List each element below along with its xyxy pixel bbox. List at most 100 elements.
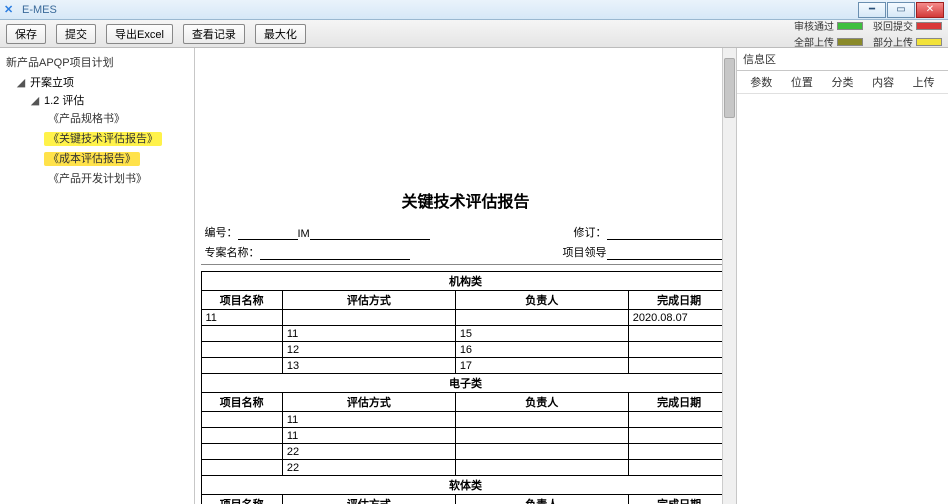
meta-row-1: 编号：IM 修订： <box>201 224 731 240</box>
save-button[interactable]: 保存 <box>6 24 46 44</box>
vertical-scrollbar[interactable] <box>722 48 736 504</box>
info-col-content: 内容 <box>863 74 904 90</box>
project-leader-label: 项目领导 <box>563 244 607 260</box>
swatch-green <box>837 22 863 30</box>
submit-button[interactable]: 提交 <box>56 24 96 44</box>
cell[interactable] <box>628 460 730 476</box>
tree-leaf-key-tech-report[interactable]: 《关键技术评估报告》 <box>44 128 192 148</box>
close-button[interactable]: ✕ <box>916 2 944 18</box>
tree-node-evaluate[interactable]: ◢1.2 评估 《产品规格书》 《关键技术评估报告》 《成本评估报告》 《产品开… <box>30 90 192 190</box>
project-leader-blank[interactable] <box>607 247 727 260</box>
legend-rejected-label: 驳回提交 <box>873 18 913 33</box>
cell[interactable] <box>455 412 628 428</box>
scroll-thumb[interactable] <box>724 58 735 118</box>
col-header: 负责人 <box>455 393 628 412</box>
expand-icon[interactable]: ◢ <box>16 76 26 89</box>
window-controls: ━ ▭ ✕ <box>858 2 944 18</box>
info-col-pos: 位置 <box>782 74 823 90</box>
cell[interactable] <box>201 342 282 358</box>
document-viewer: 关键技术评估报告 编号：IM 修订： 专案名称： 项目领导 机构类项目名称评估方… <box>195 48 736 504</box>
maximize-view-button[interactable]: 最大化 <box>255 24 306 44</box>
meta-row-2: 专案名称： 项目领导 <box>201 244 731 260</box>
col-header: 完成日期 <box>628 393 730 412</box>
cell[interactable]: 12 <box>282 342 455 358</box>
cell[interactable] <box>628 326 730 342</box>
cell[interactable]: 22 <box>282 460 455 476</box>
cell[interactable]: 22 <box>282 444 455 460</box>
cell[interactable] <box>455 310 628 326</box>
table-row[interactable]: 22 <box>201 460 730 476</box>
separator <box>201 264 731 265</box>
cell[interactable] <box>201 428 282 444</box>
cell[interactable] <box>455 444 628 460</box>
info-col-param: 参数 <box>741 74 782 90</box>
tree-leaf-cost-report[interactable]: 《成本评估报告》 <box>44 148 192 168</box>
cell[interactable]: 13 <box>282 358 455 374</box>
info-header: 参数 位置 分类 内容 上传 <box>737 71 948 94</box>
cell[interactable]: 17 <box>455 358 628 374</box>
col-header: 项目名称 <box>201 291 282 310</box>
cell[interactable]: 11 <box>282 326 455 342</box>
info-title: 信息区 <box>737 48 948 71</box>
maximize-button[interactable]: ▭ <box>887 2 915 18</box>
cell[interactable] <box>628 444 730 460</box>
section-header: 电子类 <box>201 374 730 393</box>
project-name-label: 专案名称： <box>205 244 260 260</box>
doc-title: 关键技术评估报告 <box>201 188 731 212</box>
tree: ◢开案立项 ◢1.2 评估 《产品规格书》 《关键技术评估报告》 《成本评估报告… <box>2 72 192 192</box>
col-header: 负责人 <box>455 495 628 504</box>
cell[interactable] <box>455 460 628 476</box>
table-row[interactable]: 11 <box>201 412 730 428</box>
legend-all-uploaded-label: 全部上传 <box>794 34 834 49</box>
legend-approved-label: 审核通过 <box>794 18 834 33</box>
project-name-blank[interactable] <box>260 247 410 260</box>
cell[interactable] <box>628 342 730 358</box>
minimize-button[interactable]: ━ <box>858 2 886 18</box>
swatch-red <box>916 22 942 30</box>
toolbar: 保存 提交 导出Excel 查看记录 最大化 审核通过 驳回提交 全部上传 部分… <box>0 20 948 48</box>
table-row[interactable]: 1216 <box>201 342 730 358</box>
cell[interactable] <box>455 428 628 444</box>
cell[interactable] <box>201 460 282 476</box>
cell[interactable]: 11 <box>282 412 455 428</box>
info-body <box>737 94 948 504</box>
table-row[interactable]: 1115 <box>201 326 730 342</box>
app-icon: ✕ <box>4 3 18 17</box>
col-header: 负责人 <box>455 291 628 310</box>
cell[interactable]: 16 <box>455 342 628 358</box>
bianhao-label: 编号： <box>205 224 238 240</box>
revision-blank[interactable] <box>607 227 727 240</box>
bianhao-blank-1[interactable] <box>238 227 298 240</box>
tree-leaf-dev-plan[interactable]: 《产品开发计划书》 <box>44 168 192 188</box>
cell[interactable] <box>282 310 455 326</box>
tree-leaf-spec[interactable]: 《产品规格书》 <box>44 108 192 128</box>
view-records-button[interactable]: 查看记录 <box>183 24 245 44</box>
expand-icon[interactable]: ◢ <box>30 94 40 107</box>
cell[interactable]: 11 <box>282 428 455 444</box>
table-row[interactable]: 11 <box>201 428 730 444</box>
col-header: 项目名称 <box>201 495 282 504</box>
cell[interactable]: 2020.08.07 <box>628 310 730 326</box>
table-row[interactable]: 1317 <box>201 358 730 374</box>
cell[interactable] <box>201 412 282 428</box>
cell[interactable]: 11 <box>201 310 282 326</box>
info-col-upload: 上传 <box>903 74 944 90</box>
bianhao-blank-2[interactable] <box>310 227 430 240</box>
legend-partial-uploaded-label: 部分上传 <box>873 34 913 49</box>
cell[interactable] <box>201 358 282 374</box>
table-row[interactable]: 11 2020.08.07 <box>201 310 730 326</box>
cell[interactable] <box>628 412 730 428</box>
export-excel-button[interactable]: 导出Excel <box>106 24 173 44</box>
col-header: 项目名称 <box>201 393 282 412</box>
cell[interactable] <box>628 358 730 374</box>
cell[interactable]: 15 <box>455 326 628 342</box>
table-row[interactable]: 22 <box>201 444 730 460</box>
cell[interactable] <box>201 326 282 342</box>
tree-title: 新产品APQP项目计划 <box>2 52 192 72</box>
bianhao-mid: IM <box>298 228 310 240</box>
cell[interactable] <box>201 444 282 460</box>
cell[interactable] <box>628 428 730 444</box>
tree-node-open-case[interactable]: ◢开案立项 ◢1.2 评估 《产品规格书》 《关键技术评估报告》 《成本评估报告… <box>16 72 192 192</box>
col-header: 评估方式 <box>282 495 455 504</box>
document-scroll[interactable]: 关键技术评估报告 编号：IM 修订： 专案名称： 项目领导 机构类项目名称评估方… <box>195 48 736 504</box>
